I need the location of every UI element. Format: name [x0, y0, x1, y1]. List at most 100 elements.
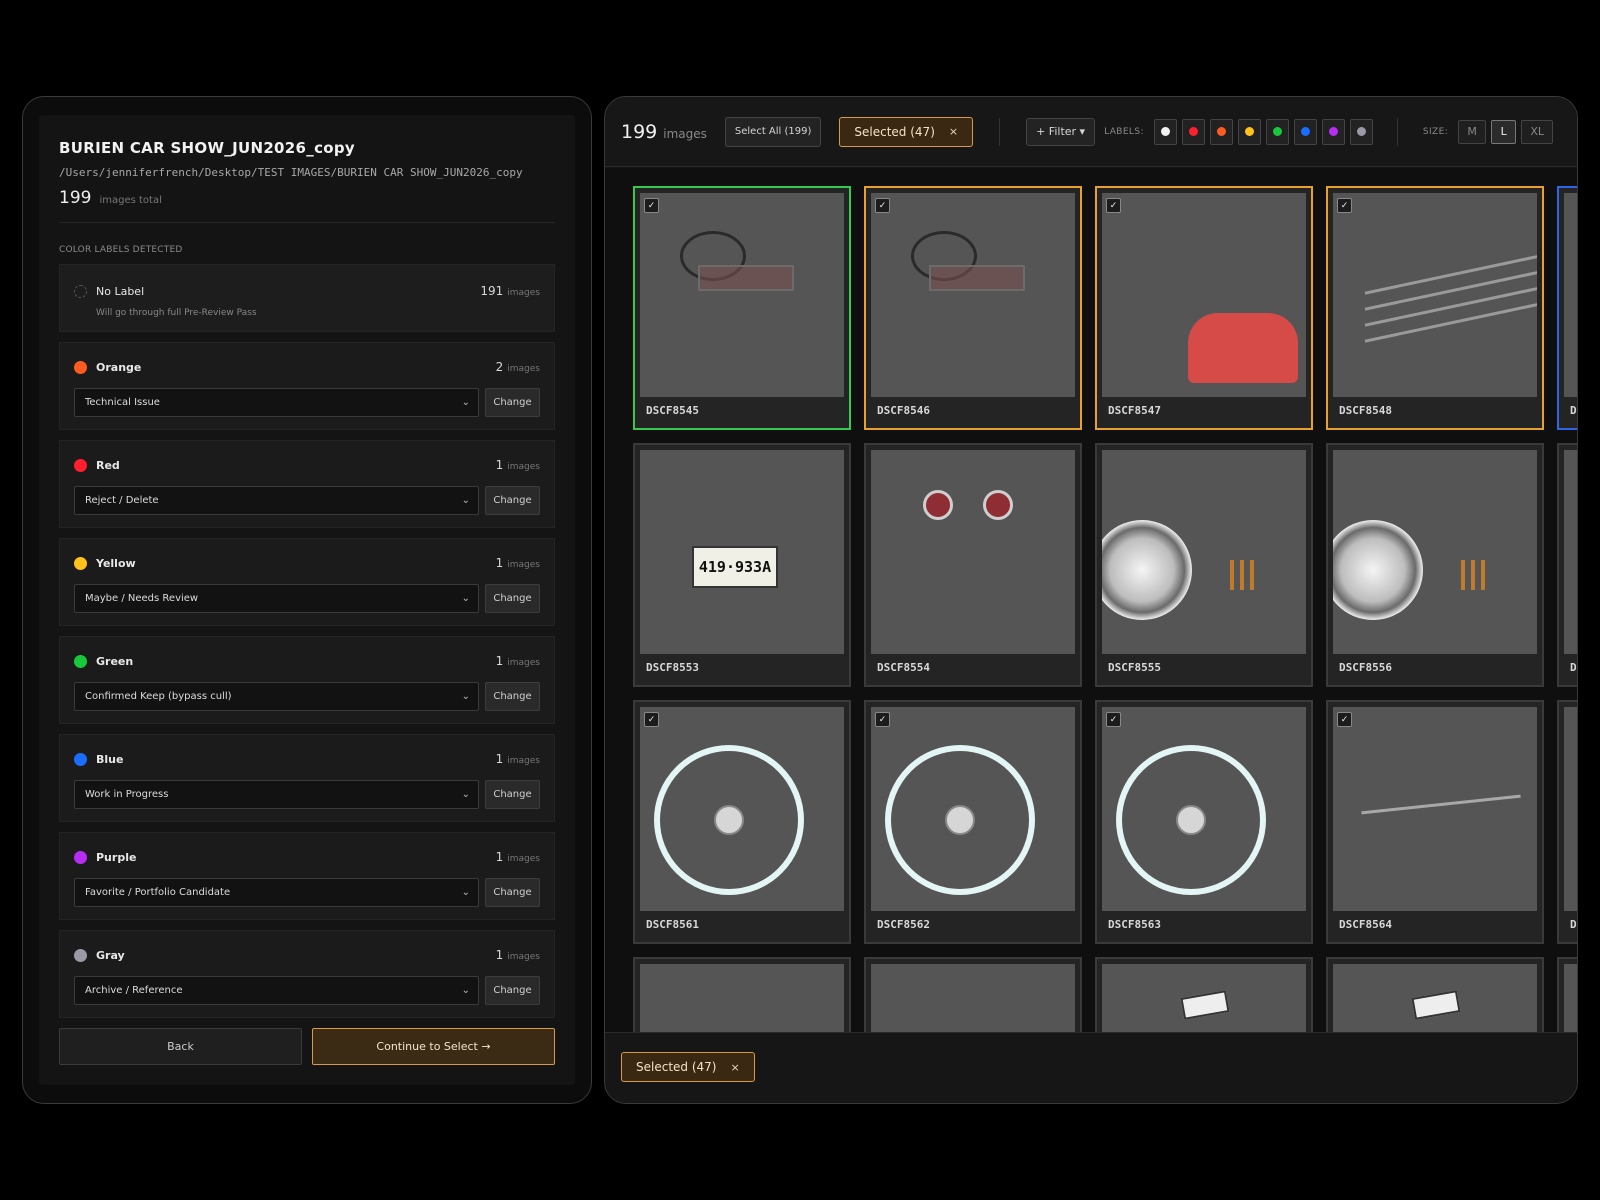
label-action-select[interactable]: Technical Issue ⌄ — [74, 388, 479, 417]
label-filter-swatch[interactable] — [1237, 118, 1261, 145]
image-thumbnail — [871, 450, 1075, 654]
image-tile[interactable] — [1326, 957, 1544, 1034]
image-tile[interactable]: ✓ DSCF8546 — [864, 186, 1082, 430]
folder-title: BURIEN CAR SHOW_JUN2026_copy — [59, 139, 355, 157]
label-count: 1 images — [495, 850, 540, 864]
label-action-select[interactable]: Work in Progress ⌄ — [74, 780, 479, 809]
label-card-orange: Orange 2 images Technical Issue ⌄ Change — [59, 342, 555, 430]
no-label-dot-icon — [74, 284, 87, 298]
color-dot-icon — [1216, 127, 1226, 136]
label-filter-swatch[interactable] — [1293, 118, 1317, 145]
label-name: Gray — [96, 948, 125, 962]
filter-button[interactable]: + Filter ▾ — [1026, 117, 1096, 146]
image-tile-partial[interactable]: D — [1557, 700, 1577, 944]
label-action-select[interactable]: Archive / Reference ⌄ — [74, 976, 479, 1005]
image-filename: DSCF8555 — [1108, 661, 1161, 674]
color-dot-icon — [1328, 127, 1338, 136]
label-action-select[interactable]: Confirmed Keep (bypass cull) ⌄ — [74, 682, 479, 711]
close-icon[interactable]: × — [730, 1061, 739, 1074]
image-thumbnail — [1333, 964, 1537, 1034]
label-card-green: Green 1 images Confirmed Keep (bypass cul… — [59, 636, 555, 724]
image-filename: D — [1570, 404, 1577, 417]
image-tile[interactable]: ✓ DSCF8547 — [1095, 186, 1313, 430]
image-tile[interactable]: DSCF8554 — [864, 443, 1082, 687]
back-button[interactable]: Back — [59, 1028, 302, 1065]
label-filter-swatch[interactable] — [1265, 118, 1289, 145]
image-tile[interactable] — [633, 957, 851, 1034]
total-label: images total — [99, 195, 162, 206]
image-tile[interactable]: DSCF8555 — [1095, 443, 1313, 687]
image-thumbnail — [1102, 450, 1306, 654]
color-dot-icon — [1188, 127, 1198, 136]
image-tile-partial[interactable]: D — [1557, 443, 1577, 687]
image-tile[interactable] — [1095, 957, 1313, 1034]
image-thumbnail — [1333, 193, 1537, 397]
checkbox-checked-icon[interactable]: ✓ — [1106, 712, 1121, 727]
no-label-card: No Label 191 images Will go through full … — [59, 264, 555, 332]
label-action-select[interactable]: Favorite / Portfolio Candidate ⌄ — [74, 878, 479, 907]
label-filter-swatch[interactable] — [1153, 118, 1177, 145]
change-button[interactable]: Change — [485, 780, 540, 809]
image-tile[interactable]: ✓ DSCF8564 — [1326, 700, 1544, 944]
change-button[interactable]: Change — [485, 878, 540, 907]
image-thumbnail: 419·933A — [640, 450, 844, 654]
label-count: 1 images — [495, 654, 540, 668]
image-tile[interactable]: ✓ DSCF8561 — [633, 700, 851, 944]
checkbox-checked-icon[interactable]: ✓ — [644, 198, 659, 213]
chevron-down-icon: ⌄ — [461, 789, 470, 800]
image-thumbnail — [640, 964, 844, 1034]
continue-to-select-button[interactable]: Continue to Select → — [312, 1028, 555, 1065]
checkbox-checked-icon[interactable]: ✓ — [1337, 198, 1352, 213]
size-xl-button[interactable]: XL — [1521, 119, 1554, 144]
bottom-selected-chip[interactable]: Selected (47) × — [621, 1052, 755, 1082]
label-filter-swatch[interactable] — [1321, 118, 1345, 145]
select-all-button[interactable]: Select All (199) — [724, 116, 822, 147]
close-icon[interactable]: × — [949, 125, 958, 138]
change-button[interactable]: Change — [485, 584, 540, 613]
size-l-button[interactable]: L — [1491, 119, 1517, 144]
labels-title: LABELS: — [1104, 126, 1144, 137]
color-dot-icon — [74, 360, 87, 374]
image-tile[interactable]: ✓ DSCF8548 — [1326, 186, 1544, 430]
label-filter-swatch[interactable] — [1349, 118, 1373, 145]
image-grid: ✓ DSCF8545 ✓ DSCF8546 ✓ DSCF8547 ✓ DSCF8… — [605, 168, 1577, 1034]
image-filename: DSCF8546 — [877, 404, 930, 417]
chevron-down-icon: ⌄ — [461, 985, 470, 996]
image-thumbnail — [1102, 964, 1306, 1034]
change-button[interactable]: Change — [485, 682, 540, 711]
license-plate: 419·933A — [692, 546, 778, 588]
image-tile-partial[interactable] — [1557, 957, 1577, 1034]
checkbox-checked-icon[interactable]: ✓ — [1337, 712, 1352, 727]
image-tile[interactable] — [864, 957, 1082, 1034]
image-tile[interactable]: ✓ DSCF8562 — [864, 700, 1082, 944]
color-dot-icon — [1272, 127, 1282, 136]
image-thumbnail — [1564, 964, 1577, 1034]
image-tile[interactable]: 419·933A DSCF8553 — [633, 443, 851, 687]
checkbox-checked-icon[interactable]: ✓ — [875, 198, 890, 213]
image-tile-partial[interactable]: D — [1557, 186, 1577, 430]
change-button[interactable]: Change — [485, 976, 540, 1005]
change-button[interactable]: Change — [485, 388, 540, 417]
size-m-button[interactable]: M — [1458, 119, 1487, 144]
checkbox-checked-icon[interactable]: ✓ — [1106, 198, 1121, 213]
image-thumbnail — [640, 707, 844, 911]
label-filter-swatch[interactable] — [1209, 118, 1233, 145]
label-count: 1 images — [495, 556, 540, 570]
label-action-select[interactable]: Maybe / Needs Review ⌄ — [74, 584, 479, 613]
label-name: Purple — [96, 850, 137, 864]
image-tile[interactable]: ✓ DSCF8563 — [1095, 700, 1313, 944]
checkbox-checked-icon[interactable]: ✓ — [875, 712, 890, 727]
change-button[interactable]: Change — [485, 486, 540, 515]
image-thumbnail — [871, 964, 1075, 1034]
label-name: Green — [96, 654, 134, 668]
label-action-select[interactable]: Reject / Delete ⌄ — [74, 486, 479, 515]
toolbar-divider — [1396, 117, 1398, 146]
image-tile[interactable]: ✓ DSCF8545 — [633, 186, 851, 430]
color-dot-icon — [1356, 127, 1366, 136]
image-tile[interactable]: DSCF8556 — [1326, 443, 1544, 687]
checkbox-checked-icon[interactable]: ✓ — [644, 712, 659, 727]
label-filter-swatch[interactable] — [1181, 118, 1205, 145]
no-label-note: Will go through full Pre-Review Pass — [96, 308, 257, 318]
image-thumbnail — [1564, 707, 1577, 911]
selected-chip[interactable]: Selected (47) × — [839, 116, 974, 147]
